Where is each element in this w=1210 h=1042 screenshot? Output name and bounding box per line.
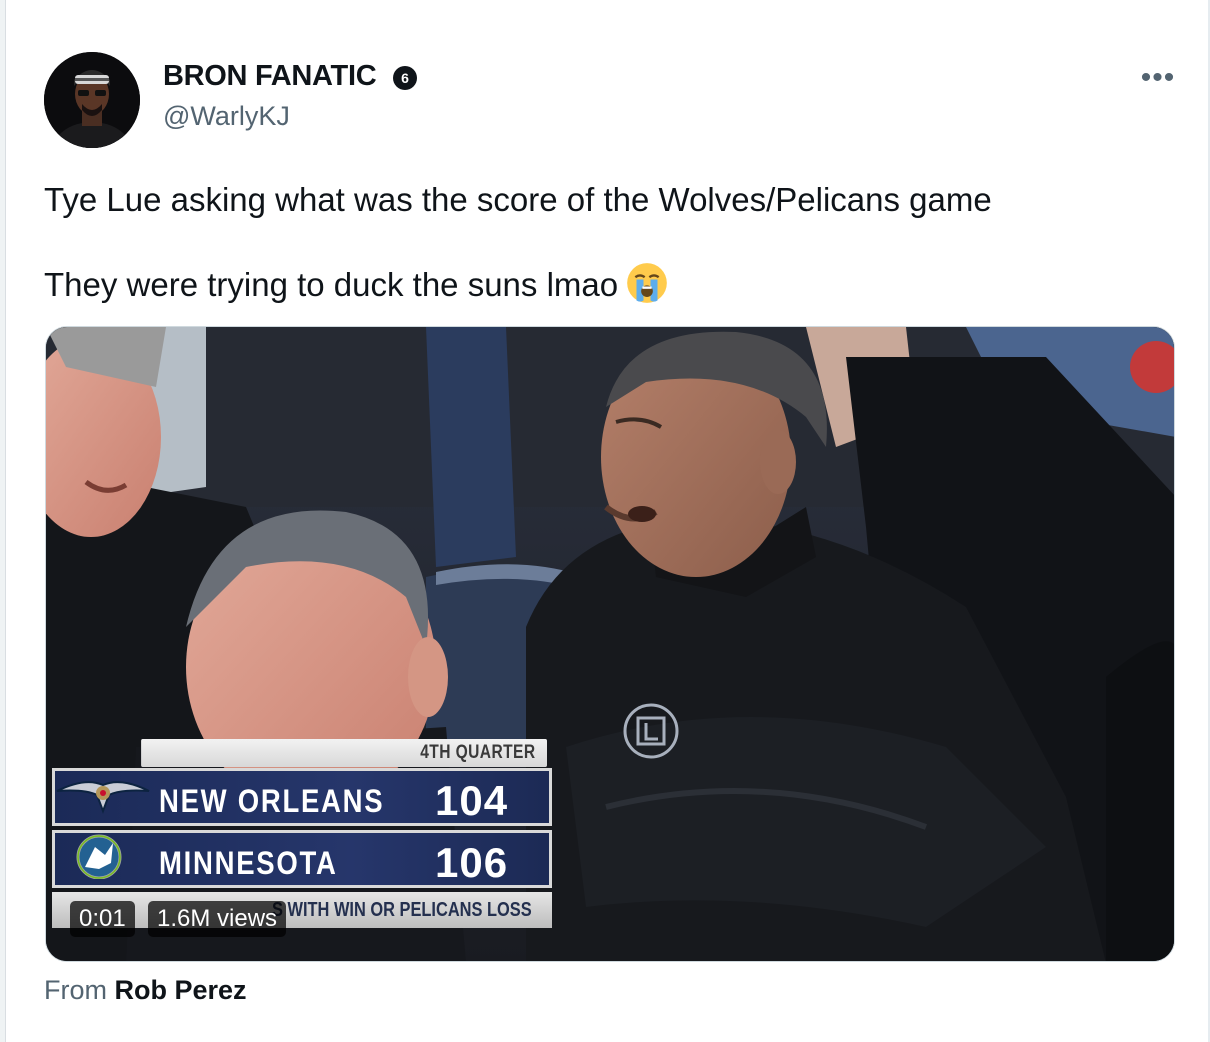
pelicans-logo-icon — [56, 781, 150, 814]
scorebug-row-new-orleans: NEW ORLEANS 104 — [52, 768, 552, 826]
video-source: From Rob Perez — [44, 975, 247, 1006]
author-avatar[interactable] — [44, 52, 140, 148]
video-source-prefix: From — [44, 975, 107, 1005]
scorebug-quarter: 4TH QUARTER — [141, 739, 547, 767]
loudly-crying-face-icon — [627, 263, 667, 303]
author-handle[interactable]: @WarlyKJ — [163, 101, 290, 132]
video-source-author-link[interactable]: Rob Perez — [115, 975, 247, 1005]
tweet-text-line2-content: They were trying to duck the suns lmao — [44, 266, 619, 303]
team-name: NEW ORLEANS — [159, 783, 385, 819]
tweet-text-line1: Tye Lue asking what was the score of the… — [44, 181, 992, 218]
team-score: 104 — [435, 777, 509, 824]
team-name: MINNESOTA — [159, 845, 338, 881]
verified-badge-icon: 6 — [393, 66, 417, 90]
team-score: 106 — [435, 839, 509, 886]
avatar-image — [44, 52, 140, 148]
tweet-card: BRON FANATIC 6 @WarlyKJ ••• Tye Lue aski… — [0, 0, 1210, 1042]
more-options-button[interactable]: ••• — [1136, 60, 1180, 96]
video-player[interactable]: 4TH QUARTER NEW ORLEANS 104 MINNESOTA 10… — [45, 326, 1175, 962]
video-view-count: 1.6M views — [148, 901, 287, 937]
timberwolves-logo-icon — [76, 834, 122, 879]
more-icon: ••• — [1140, 61, 1176, 94]
tweet-text-line2: They were trying to duck the suns lmao — [44, 262, 668, 304]
scorebug-ticker-text: S WITH WIN OR PELICANS LOSS — [272, 899, 532, 921]
scorebug-row-minnesota: MINNESOTA 106 — [52, 830, 552, 888]
author-display-name[interactable]: BRON FANATIC — [163, 60, 377, 93]
video-timestamp: 0:01 — [70, 901, 135, 937]
